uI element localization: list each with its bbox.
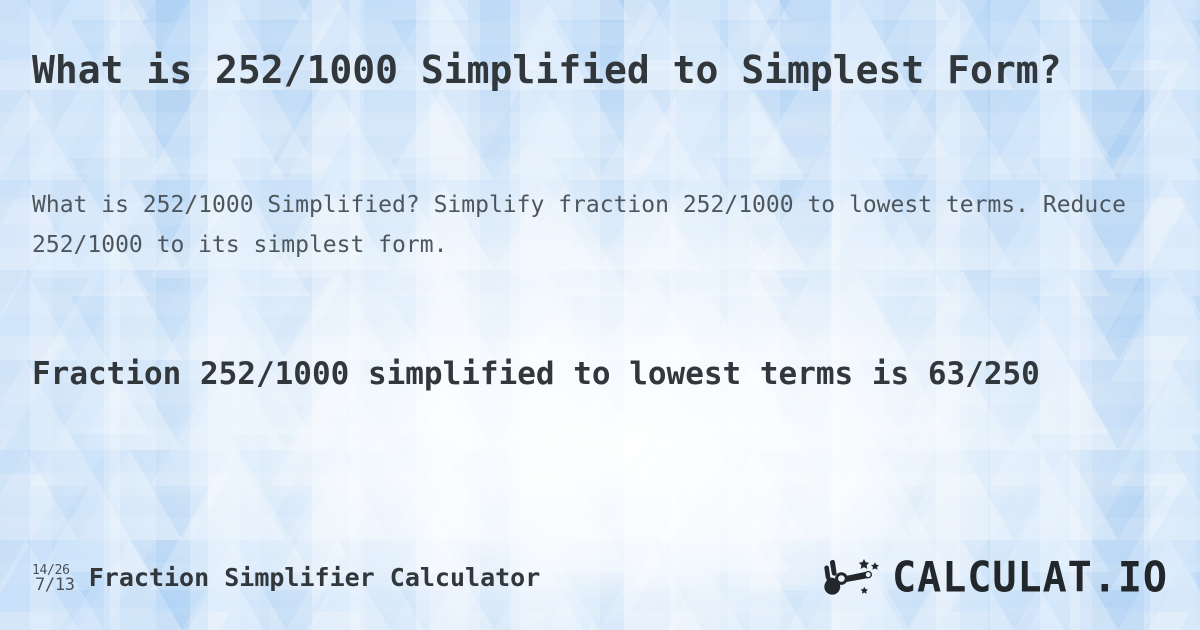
result-statement: Fraction 252/1000 simplified to lowest t… xyxy=(32,356,1040,392)
footer-left-group: 14/26 7/13 Fraction Simplifier Calculato… xyxy=(32,562,540,595)
footer-calculator-name: Fraction Simplifier Calculator xyxy=(88,563,541,593)
fraction-reduce-icon-bottom: 7/13 xyxy=(35,574,75,595)
brand-logo[interactable]: CALCULAT.IO xyxy=(824,556,1168,600)
page-subtitle: What is 252/1000 Simplified? Simplify fr… xyxy=(32,192,1126,258)
brand-logo-wordmark: CALCULAT.IO xyxy=(892,554,1168,602)
footer: 14/26 7/13 Fraction Simplifier Calculato… xyxy=(0,554,1200,602)
page-title: What is 252/1000 Simplified to Simplest … xyxy=(32,48,1062,92)
magic-wand-hand-icon xyxy=(824,559,880,595)
og-image-canvas: What is 252/1000 Simplified to Simplest … xyxy=(0,0,1200,630)
brand-logo-text: CALCULAT.IO xyxy=(892,554,1168,602)
fraction-reduce-icon: 14/26 7/13 xyxy=(32,562,75,595)
content-area: What is 252/1000 Simplified to Simplest … xyxy=(0,0,1200,630)
